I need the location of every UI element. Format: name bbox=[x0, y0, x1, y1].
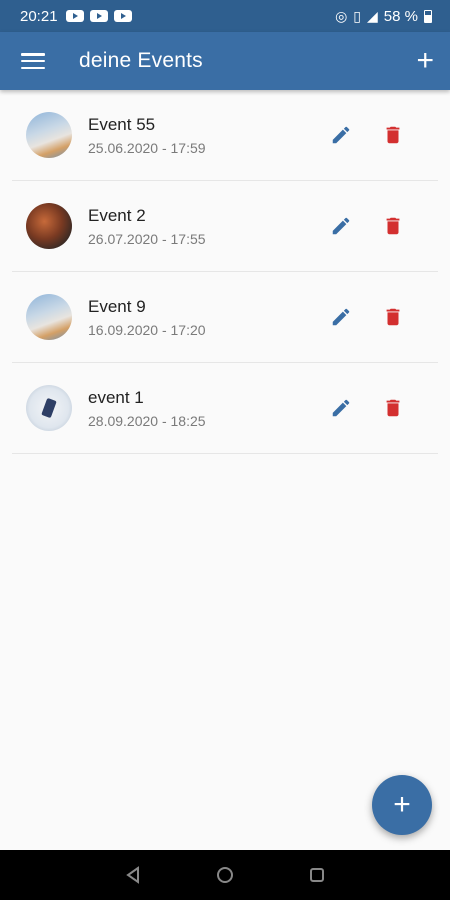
battery-percent: 58 % bbox=[383, 7, 418, 25]
home-icon[interactable] bbox=[214, 864, 236, 886]
event-date: 26.07.2020 - 17:55 bbox=[88, 230, 206, 247]
event-list-item[interactable]: Event 2 26.07.2020 - 17:55 bbox=[12, 181, 438, 272]
signal-icon: ◢ bbox=[367, 7, 378, 24]
event-list-item[interactable]: Event 9 16.09.2020 - 17:20 bbox=[12, 272, 438, 363]
battery-icon bbox=[424, 9, 432, 23]
event-title: Event 55 bbox=[88, 114, 156, 134]
edit-icon[interactable] bbox=[328, 122, 354, 148]
add-event-button[interactable]: + bbox=[416, 46, 434, 76]
recents-icon[interactable] bbox=[306, 864, 328, 886]
status-indicators: ◎ ▯ ◢ 58 % bbox=[335, 8, 432, 25]
add-fab-button[interactable]: + bbox=[372, 775, 432, 835]
menu-icon[interactable] bbox=[21, 53, 45, 69]
event-thumbnail bbox=[26, 203, 72, 249]
event-list: Event 55 25.06.2020 - 17:59 Event 2 26.0… bbox=[0, 90, 450, 454]
event-list-item[interactable]: Event 55 25.06.2020 - 17:59 bbox=[12, 90, 438, 181]
vibrate-icon: ▯ bbox=[353, 7, 362, 24]
edit-icon[interactable] bbox=[328, 213, 354, 239]
back-icon[interactable] bbox=[122, 864, 144, 886]
youtube-notification-icon bbox=[89, 10, 108, 22]
hotspot-icon: ◎ bbox=[335, 7, 348, 24]
event-date: 16.09.2020 - 17:20 bbox=[88, 321, 206, 338]
event-thumbnail bbox=[26, 385, 72, 431]
app-bar: deine Events + bbox=[0, 32, 450, 90]
event-date: 25.06.2020 - 17:59 bbox=[88, 139, 206, 156]
status-time: 20:21 bbox=[20, 7, 58, 25]
event-title: Event 9 bbox=[88, 296, 146, 316]
delete-icon[interactable] bbox=[380, 395, 406, 421]
event-thumbnail bbox=[26, 112, 72, 158]
edit-icon[interactable] bbox=[328, 304, 354, 330]
event-title: Event 2 bbox=[88, 205, 146, 225]
event-thumbnail bbox=[26, 294, 72, 340]
event-list-item[interactable]: event 1 28.09.2020 - 18:25 bbox=[12, 363, 438, 454]
delete-icon[interactable] bbox=[380, 213, 406, 239]
youtube-notification-icon bbox=[113, 10, 132, 22]
edit-icon[interactable] bbox=[328, 395, 354, 421]
delete-icon[interactable] bbox=[380, 304, 406, 330]
event-date: 28.09.2020 - 18:25 bbox=[88, 412, 206, 429]
system-nav-bar bbox=[0, 850, 450, 900]
youtube-notification-icon bbox=[65, 10, 84, 22]
page-title: deine Events bbox=[79, 49, 203, 72]
event-title: event 1 bbox=[88, 387, 144, 407]
delete-icon[interactable] bbox=[380, 122, 406, 148]
status-bar: 20:21 ◎ ▯ ◢ 58 % bbox=[0, 0, 450, 32]
